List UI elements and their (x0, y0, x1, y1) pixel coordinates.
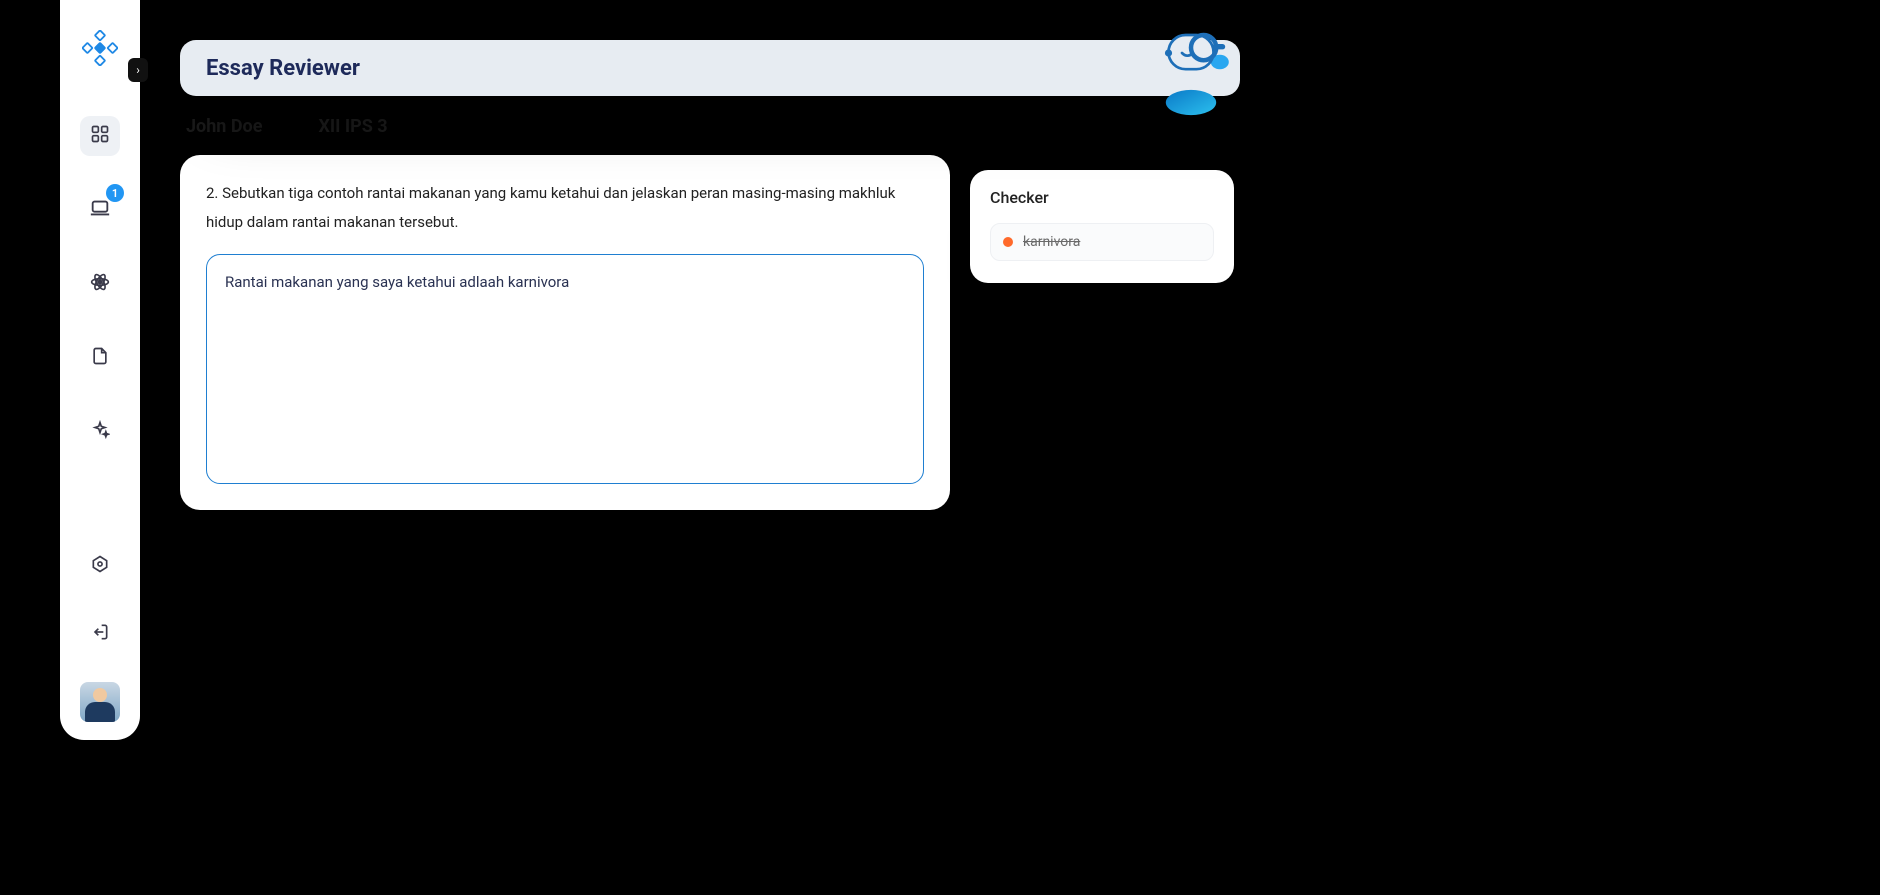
logout-icon (90, 622, 110, 646)
checker-item-word: karnivora (1023, 234, 1080, 250)
checker-title: Checker (990, 188, 1214, 207)
sidebar-item-atom[interactable] (80, 264, 120, 304)
student-name: John Doe (186, 116, 262, 137)
question-card: 2. Sebutkan tiga contoh rantai makanan y… (180, 155, 950, 510)
error-dot-icon (1003, 237, 1013, 247)
sidebar-nav: 1 (80, 116, 120, 452)
sidebar-item-logout[interactable] (80, 614, 120, 654)
notification-badge: 1 (106, 184, 124, 202)
sidebar-item-settings[interactable] (80, 546, 120, 586)
sidebar: 1 (60, 0, 140, 740)
sidebar-expand-handle[interactable]: › (128, 58, 148, 82)
document-icon (90, 346, 110, 370)
student-info: John Doe XII IPS 3 (180, 96, 1240, 155)
sparkle-icon (90, 420, 110, 444)
page-title: Essay Reviewer (206, 56, 360, 81)
sidebar-item-ai[interactable] (80, 412, 120, 452)
checker-card: Checker karnivora (970, 170, 1234, 283)
laptop-icon (89, 197, 111, 223)
grid-icon (90, 124, 110, 148)
sidebar-item-device[interactable]: 1 (80, 190, 120, 230)
question-text: 2. Sebutkan tiga contoh rantai makanan y… (206, 179, 924, 236)
sidebar-bottom (80, 546, 120, 740)
atom-icon (90, 272, 110, 296)
student-class: XII IPS 3 (318, 116, 387, 137)
checker-item[interactable]: karnivora (990, 223, 1214, 261)
app-logo (82, 30, 118, 66)
answer-input[interactable]: Rantai makanan yang saya ketahui adlaah … (206, 254, 924, 484)
sidebar-item-dashboard[interactable] (80, 116, 120, 156)
page-header: Essay Reviewer (180, 40, 1240, 96)
sidebar-item-document[interactable] (80, 338, 120, 378)
user-avatar[interactable] (80, 682, 120, 722)
settings-icon (90, 554, 110, 578)
chevron-right-icon: › (136, 63, 140, 77)
